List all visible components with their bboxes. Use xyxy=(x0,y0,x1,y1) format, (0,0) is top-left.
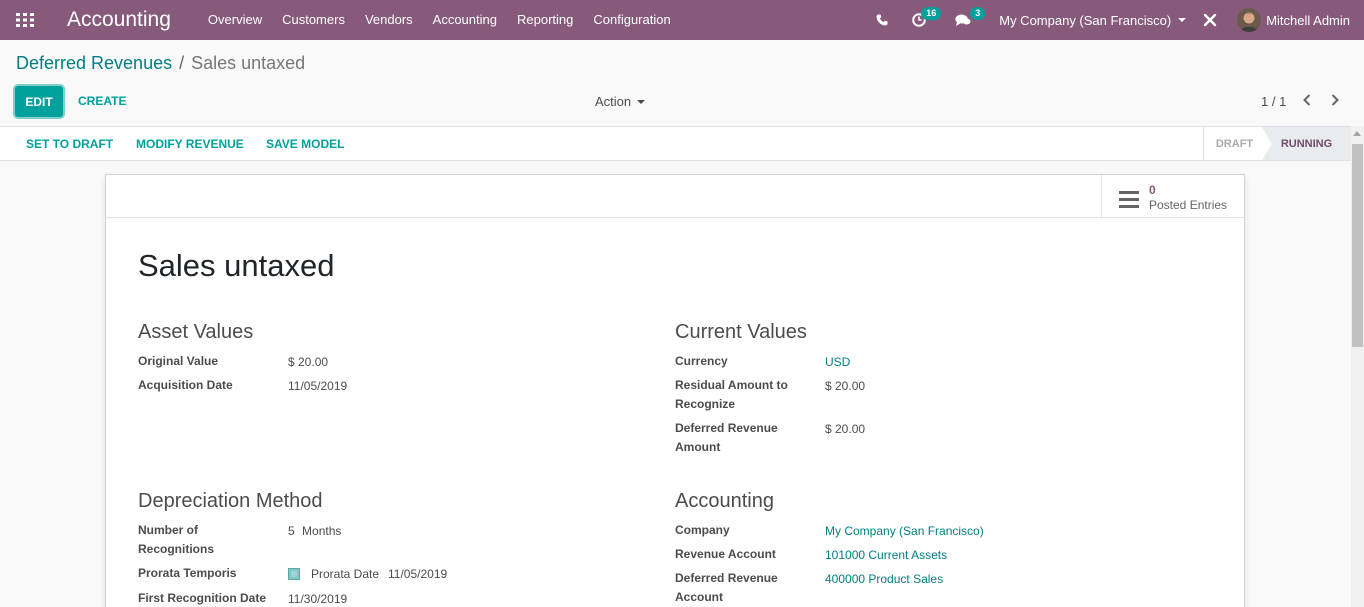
prorata-temporis-checkbox[interactable] xyxy=(288,568,300,580)
deferred-revenue-amount[interactable]: $ 20.00 xyxy=(825,422,865,436)
record-title[interactable]: Sales untaxed xyxy=(138,248,334,284)
activity-count-badge: 16 xyxy=(921,7,942,20)
company-link[interactable]: My Company (San Francisco) xyxy=(825,524,984,538)
section-accounting: Accounting xyxy=(675,490,774,512)
app-title[interactable]: Accounting xyxy=(67,8,171,32)
section-depreciation-method: Depreciation Method xyxy=(138,490,323,512)
menu-vendors[interactable]: Vendors xyxy=(355,0,423,40)
pager-value[interactable]: 1 / 1 xyxy=(1261,94,1286,109)
breadcrumb-separator: / xyxy=(179,53,185,73)
stage-running[interactable]: RUNNING xyxy=(1262,127,1351,160)
avatar[interactable] xyxy=(1237,8,1262,32)
breadcrumb: Deferred Revenues / Sales untaxed xyxy=(16,53,305,74)
create-button[interactable]: CREATE xyxy=(78,94,126,108)
currency-link[interactable]: USD xyxy=(825,355,850,369)
posted-entries-label: Posted Entries xyxy=(1149,198,1228,212)
chevron-down-icon xyxy=(1178,18,1187,22)
residual-amount-label-line2: Recognize xyxy=(675,397,736,411)
posted-entries-button[interactable]: 0 Posted Entries xyxy=(1101,175,1244,218)
next-record-icon[interactable] xyxy=(1330,93,1340,110)
breadcrumb-parent[interactable]: Deferred Revenues xyxy=(16,53,172,74)
action-label: Action xyxy=(595,94,632,109)
number-of-recognitions-label-line1: Number of xyxy=(138,523,198,537)
acquisition-date-label: Acquisition Date xyxy=(138,378,233,392)
apps-menu-icon[interactable] xyxy=(0,0,50,40)
scroll-up-icon[interactable] xyxy=(1353,131,1361,136)
company-switcher[interactable]: My Company (San Francisco) xyxy=(999,12,1187,28)
list-bars-icon xyxy=(1119,191,1139,211)
scrollbar-thumb[interactable] xyxy=(1352,144,1363,347)
number-of-recognitions[interactable]: 5 Months xyxy=(288,524,341,538)
phone-icon[interactable] xyxy=(871,0,893,40)
deferred-revenue-account-label-line1: Deferred Revenue xyxy=(675,571,778,585)
deferred-revenue-amount-label-line2: Amount xyxy=(675,440,721,454)
posted-entries-count: 0 xyxy=(1149,183,1156,197)
menu-customers[interactable]: Customers xyxy=(272,0,355,40)
menu-configuration[interactable]: Configuration xyxy=(583,0,680,40)
acquisition-date[interactable]: 11/05/2019 xyxy=(288,379,347,393)
deferred-revenue-amount-label-line1: Deferred Revenue xyxy=(675,421,778,435)
save-model-button[interactable]: SAVE MODEL xyxy=(266,137,344,151)
top-navbar: Accounting Overview Customers Vendors Ac… xyxy=(0,0,1364,40)
revenue-account-label: Revenue Account xyxy=(675,547,776,561)
message-count-badge: 3 xyxy=(970,7,986,20)
prorata-date[interactable]: 11/05/2019 xyxy=(388,567,447,581)
section-asset-values: Asset Values xyxy=(138,321,254,343)
residual-amount[interactable]: $ 20.00 xyxy=(825,379,865,393)
menu-overview[interactable]: Overview xyxy=(198,0,272,40)
previous-record-icon[interactable] xyxy=(1302,93,1312,110)
messages-icon[interactable]: 3 xyxy=(951,0,986,40)
stage-separator xyxy=(1262,127,1272,160)
form-sheet: 0 Posted Entries Sales untaxed Asset Val… xyxy=(105,174,1245,607)
status-bar: SET TO DRAFT MODIFY REVENUE SAVE MODEL D… xyxy=(0,126,1351,161)
number-of-recognitions-value: 5 xyxy=(288,524,295,538)
currency-label: Currency xyxy=(675,354,728,368)
prorata-date-label: Prorata Date xyxy=(311,567,380,581)
action-dropdown[interactable]: Action xyxy=(595,94,646,109)
edit-button[interactable]: EDIT xyxy=(15,86,63,117)
section-current-values: Current Values xyxy=(675,321,807,343)
chevron-down-icon xyxy=(637,99,646,104)
number-of-recognitions-label-line2: Recognitions xyxy=(138,542,215,556)
company-label: Company xyxy=(675,523,730,537)
deferred-revenue-account-link[interactable]: 400000 Product Sales xyxy=(825,572,943,586)
modify-revenue-button[interactable]: MODIFY REVENUE xyxy=(136,137,244,151)
number-of-recognitions-unit: Months xyxy=(302,524,342,538)
first-recognition-date[interactable]: 11/30/2019 xyxy=(288,592,347,606)
debug-tools-icon[interactable] xyxy=(1203,0,1217,40)
button-box: 0 Posted Entries xyxy=(106,175,1244,218)
residual-amount-label-line1: Residual Amount to xyxy=(675,378,788,392)
revenue-account-link[interactable]: 101000 Current Assets xyxy=(825,548,947,562)
company-name: My Company (San Francisco) xyxy=(999,12,1172,28)
first-recognition-date-label: First Recognition Date xyxy=(138,591,267,605)
prorata-temporis-label: Prorata Temporis xyxy=(138,566,237,580)
stage-draft[interactable]: DRAFT xyxy=(1203,127,1265,160)
original-value-label: Original Value xyxy=(138,354,219,368)
original-value[interactable]: $ 20.00 xyxy=(288,355,328,369)
menu-reporting[interactable]: Reporting xyxy=(507,0,583,40)
set-to-draft-button[interactable]: SET TO DRAFT xyxy=(26,137,113,151)
user-name[interactable]: Mitchell Admin xyxy=(1266,13,1350,28)
menu-accounting[interactable]: Accounting xyxy=(423,0,507,40)
activity-clock-icon[interactable]: 16 xyxy=(905,0,943,40)
breadcrumb-current: Sales untaxed xyxy=(191,53,306,73)
deferred-revenue-account-label-line2: Account xyxy=(675,590,723,604)
